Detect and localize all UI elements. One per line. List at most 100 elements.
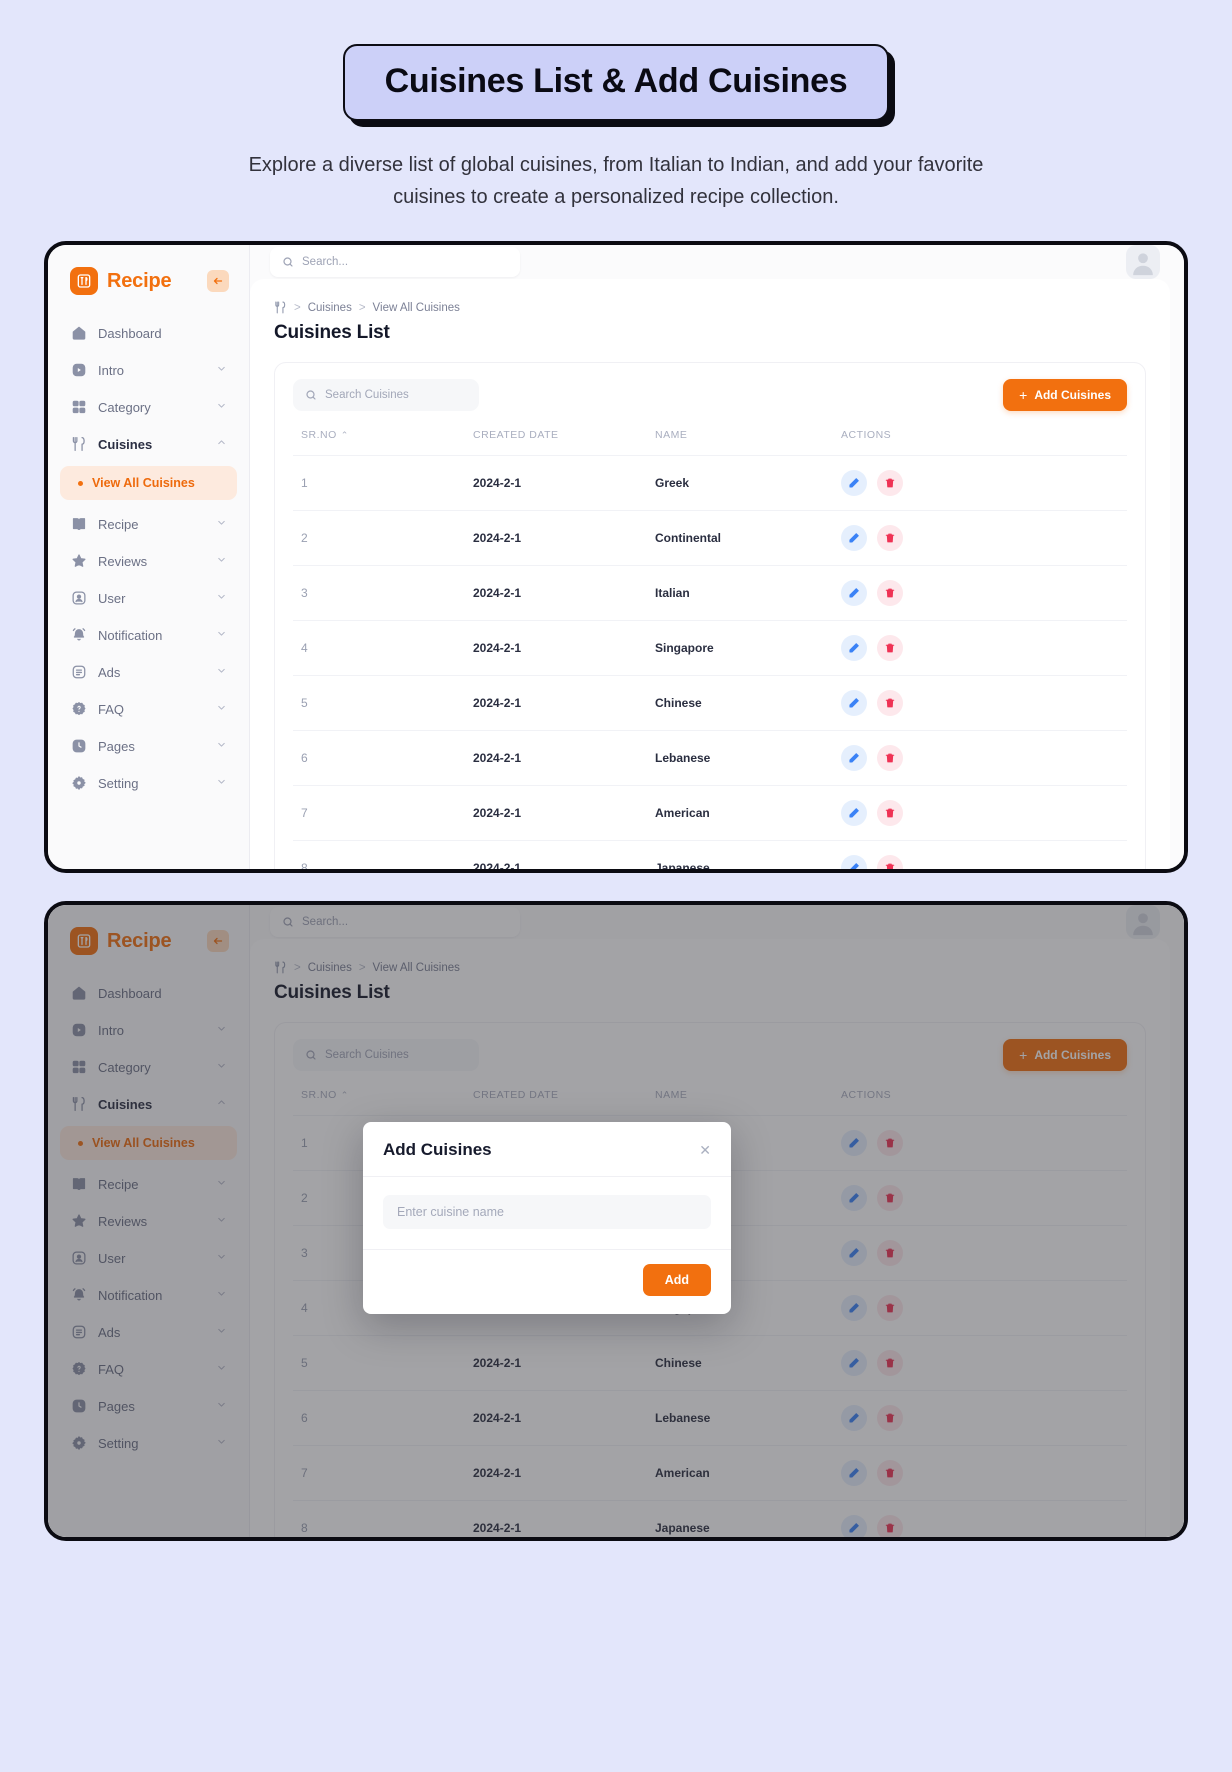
- avatar[interactable]: [1126, 245, 1160, 279]
- sidebar-item-user[interactable]: User: [60, 580, 237, 616]
- edit-row-button[interactable]: [841, 745, 867, 771]
- delete-row-button[interactable]: [877, 1295, 903, 1321]
- edit-row-button[interactable]: [841, 1350, 867, 1376]
- global-search-input[interactable]: Search...: [270, 907, 520, 937]
- delete-row-button[interactable]: [877, 1405, 903, 1431]
- edit-row-button[interactable]: [841, 1240, 867, 1266]
- column-header-srno[interactable]: SR.NO ⌃: [293, 1089, 473, 1116]
- edit-row-button[interactable]: [841, 800, 867, 826]
- chevron-down-icon[interactable]: [216, 554, 227, 568]
- modal-add-button[interactable]: Add: [642, 1264, 711, 1296]
- chevron-down-icon[interactable]: [216, 1399, 227, 1413]
- column-header-name[interactable]: NAME: [655, 1089, 841, 1116]
- delete-row-button[interactable]: [877, 1460, 903, 1486]
- sidebar-item-dashboard[interactable]: Dashboard: [60, 975, 237, 1011]
- sidebar-item-pages[interactable]: Pages: [60, 1388, 237, 1424]
- chevron-up-icon[interactable]: [216, 1097, 227, 1111]
- chevron-down-icon[interactable]: [216, 1288, 227, 1302]
- edit-row-button[interactable]: [841, 635, 867, 661]
- cuisine-name-input[interactable]: [383, 1195, 711, 1229]
- sidebar-item-cuisines[interactable]: Cuisines: [60, 426, 237, 462]
- chevron-down-icon[interactable]: [216, 1060, 227, 1074]
- delete-row-button[interactable]: [877, 855, 903, 869]
- sidebar-item-faq[interactable]: FAQ: [60, 691, 237, 727]
- delete-row-button[interactable]: [877, 745, 903, 771]
- delete-row-button[interactable]: [877, 1185, 903, 1211]
- sidebar-item-setting[interactable]: Setting: [60, 1425, 237, 1461]
- brand[interactable]: Recipe: [60, 245, 237, 309]
- delete-row-button[interactable]: [877, 1350, 903, 1376]
- close-icon[interactable]: ✕: [699, 1142, 711, 1159]
- sidebar-item-notification[interactable]: Notification: [60, 617, 237, 653]
- chevron-down-icon[interactable]: [216, 776, 227, 790]
- edit-row-button[interactable]: [841, 1295, 867, 1321]
- sidebar-item-user[interactable]: User: [60, 1240, 237, 1276]
- column-header-created-date[interactable]: CREATED DATE: [473, 1089, 655, 1116]
- search-cuisines-input[interactable]: Search Cuisines: [293, 1039, 479, 1071]
- chevron-down-icon[interactable]: [216, 1362, 227, 1376]
- chevron-down-icon[interactable]: [216, 739, 227, 753]
- chevron-down-icon[interactable]: [216, 1214, 227, 1228]
- sidebar-item-notification[interactable]: Notification: [60, 1277, 237, 1313]
- chevron-down-icon[interactable]: [216, 628, 227, 642]
- delete-row-button[interactable]: [877, 1130, 903, 1156]
- chevron-down-icon[interactable]: [216, 702, 227, 716]
- sidebar-item-category[interactable]: Category: [60, 1049, 237, 1085]
- chevron-down-icon[interactable]: [216, 363, 227, 377]
- column-header-created-date[interactable]: CREATED DATE: [473, 429, 655, 456]
- sidebar-subitem-view-all-cuisines[interactable]: View All Cuisines: [60, 1126, 237, 1160]
- sidebar-item-ads[interactable]: Ads: [60, 1314, 237, 1350]
- column-header-srno[interactable]: SR.NO ⌃: [293, 429, 473, 456]
- global-search-input[interactable]: Search...: [270, 247, 520, 277]
- delete-row-button[interactable]: [877, 580, 903, 606]
- sidebar-subitem-view-all-cuisines[interactable]: View All Cuisines: [60, 466, 237, 500]
- sidebar-item-reviews[interactable]: Reviews: [60, 1203, 237, 1239]
- search-cuisines-input[interactable]: Search Cuisines: [293, 379, 479, 411]
- sidebar-item-recipe[interactable]: Recipe: [60, 1166, 237, 1202]
- edit-row-button[interactable]: [841, 1515, 867, 1537]
- add-cuisines-button[interactable]: + Add Cuisines: [1003, 1039, 1127, 1071]
- sidebar-item-reviews[interactable]: Reviews: [60, 543, 237, 579]
- add-cuisines-button[interactable]: + Add Cuisines: [1003, 379, 1127, 411]
- chevron-down-icon[interactable]: [216, 665, 227, 679]
- chevron-up-icon[interactable]: [216, 437, 227, 451]
- edit-row-button[interactable]: [841, 470, 867, 496]
- sidebar-item-faq[interactable]: FAQ: [60, 1351, 237, 1387]
- edit-row-button[interactable]: [841, 1405, 867, 1431]
- chevron-down-icon[interactable]: [216, 1177, 227, 1191]
- delete-row-button[interactable]: [877, 1515, 903, 1537]
- edit-row-button[interactable]: [841, 855, 867, 869]
- sidebar-item-pages[interactable]: Pages: [60, 728, 237, 764]
- sidebar-item-intro[interactable]: Intro: [60, 1012, 237, 1048]
- sidebar-item-ads[interactable]: Ads: [60, 654, 237, 690]
- avatar[interactable]: [1126, 905, 1160, 939]
- delete-row-button[interactable]: [877, 1240, 903, 1266]
- sidebar-collapse-icon[interactable]: [207, 930, 229, 952]
- delete-row-button[interactable]: [877, 800, 903, 826]
- edit-row-button[interactable]: [841, 525, 867, 551]
- chevron-down-icon[interactable]: [216, 400, 227, 414]
- delete-row-button[interactable]: [877, 635, 903, 661]
- chevron-down-icon[interactable]: [216, 1325, 227, 1339]
- chevron-down-icon[interactable]: [216, 1436, 227, 1450]
- chevron-down-icon[interactable]: [216, 591, 227, 605]
- sidebar-collapse-icon[interactable]: [207, 270, 229, 292]
- column-header-name[interactable]: NAME: [655, 429, 841, 456]
- breadcrumb-item-view-all[interactable]: View All Cuisines: [373, 302, 460, 314]
- sidebar-item-category[interactable]: Category: [60, 389, 237, 425]
- edit-row-button[interactable]: [841, 690, 867, 716]
- edit-row-button[interactable]: [841, 1185, 867, 1211]
- delete-row-button[interactable]: [877, 690, 903, 716]
- edit-row-button[interactable]: [841, 1460, 867, 1486]
- breadcrumb-item-cuisines[interactable]: Cuisines: [308, 962, 352, 974]
- delete-row-button[interactable]: [877, 470, 903, 496]
- sidebar-item-dashboard[interactable]: Dashboard: [60, 315, 237, 351]
- breadcrumb-item-view-all[interactable]: View All Cuisines: [373, 962, 460, 974]
- sidebar-item-intro[interactable]: Intro: [60, 352, 237, 388]
- chevron-down-icon[interactable]: [216, 1251, 227, 1265]
- sidebar-item-setting[interactable]: Setting: [60, 765, 237, 801]
- delete-row-button[interactable]: [877, 525, 903, 551]
- sidebar-item-recipe[interactable]: Recipe: [60, 506, 237, 542]
- brand-2[interactable]: Recipe: [60, 905, 237, 969]
- edit-row-button[interactable]: [841, 1130, 867, 1156]
